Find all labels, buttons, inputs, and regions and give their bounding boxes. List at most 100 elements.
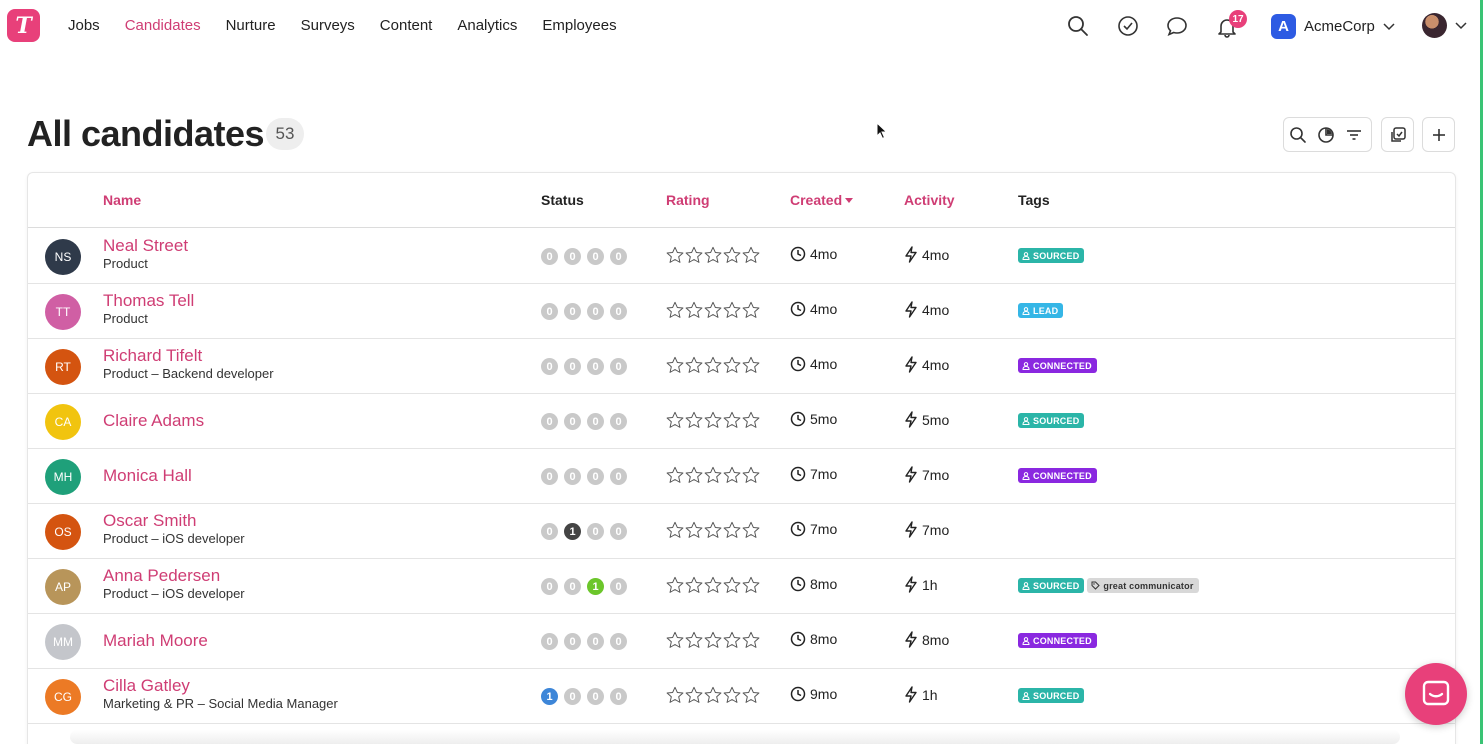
status-stage-dot[interactable]: 0 [587,248,604,265]
org-switcher[interactable]: A AcmeCorp [1271,14,1395,39]
table-row[interactable]: TT Thomas Tell Product 0 0 0 0 4mo 4mo LEAD [28,284,1455,339]
table-row[interactable]: RT Richard Tifelt Product – Backend develo… [28,339,1455,394]
nav-item-analytics[interactable]: Analytics [457,17,517,34]
star-icon[interactable] [685,686,703,704]
star-icon[interactable] [685,631,703,649]
candidate-avatar[interactable]: CA [45,404,81,440]
star-icon[interactable] [704,521,722,539]
candidate-name-link[interactable]: Claire Adams [103,411,204,431]
candidate-name-link[interactable]: Oscar Smith [103,511,197,531]
star-icon[interactable] [723,246,741,264]
table-row[interactable]: MH Monica Hall 0 0 0 0 7mo 7mo CONNECTED [28,449,1455,504]
candidate-name-link[interactable]: Thomas Tell [103,291,194,311]
search-icon[interactable] [1065,13,1091,39]
status-stage-dot[interactable]: 0 [564,633,581,650]
nav-item-content[interactable]: Content [380,17,433,34]
table-search-icon[interactable] [1284,118,1312,151]
star-icon[interactable] [685,356,703,374]
star-icon[interactable] [723,466,741,484]
status-stage-dot[interactable]: 0 [541,248,558,265]
status-stage-dot[interactable]: 0 [564,468,581,485]
app-logo[interactable]: T [7,9,40,42]
candidate-avatar[interactable]: TT [45,294,81,330]
status-stage-dot[interactable]: 0 [610,468,627,485]
candidate-name-link[interactable]: Cilla Gatley [103,676,190,696]
candidate-avatar[interactable]: OS [45,514,81,550]
star-icon[interactable] [685,576,703,594]
status-stage-dot[interactable]: 0 [541,413,558,430]
tag-sourced[interactable]: SOURCED [1018,688,1085,703]
status-stage-dot[interactable]: 0 [610,523,627,540]
star-icon[interactable] [704,631,722,649]
status-stage-dot[interactable]: 1 [564,523,581,540]
star-icon[interactable] [666,356,684,374]
rating-stars[interactable] [666,576,760,594]
tag-connected[interactable]: CONNECTED [1018,468,1097,483]
table-row[interactable]: OS Oscar Smith Product – iOS developer 0 1 0 0… [28,504,1455,559]
status-stage-dot[interactable]: 0 [610,633,627,650]
star-icon[interactable] [704,686,722,704]
nav-item-surveys[interactable]: Surveys [301,17,355,34]
star-icon[interactable] [723,631,741,649]
status-stage-dot[interactable]: 0 [564,303,581,320]
star-icon[interactable] [723,521,741,539]
status-stage-dot[interactable]: 0 [587,468,604,485]
candidate-avatar[interactable]: MH [45,459,81,495]
tag-lead[interactable]: LEAD [1018,303,1064,318]
status-stage-dot[interactable]: 0 [541,633,558,650]
column-header-rating[interactable]: Rating [666,192,710,208]
star-icon[interactable] [704,576,722,594]
star-icon[interactable] [666,521,684,539]
chat-launcher-button[interactable] [1405,663,1467,725]
star-icon[interactable] [704,301,722,319]
star-icon[interactable] [685,521,703,539]
candidate-avatar[interactable]: RT [45,349,81,385]
status-stage-dot[interactable]: 0 [541,303,558,320]
table-row[interactable]: NS Neal Street Product 0 0 0 0 4mo 4mo SOURCED [28,229,1455,284]
copy-icon[interactable] [1382,118,1413,151]
star-icon[interactable] [723,411,741,429]
tag-custom[interactable]: great communicator [1087,578,1199,593]
status-stage-dot[interactable]: 0 [587,688,604,705]
column-header-name[interactable]: Name [103,192,141,208]
star-icon[interactable] [742,411,760,429]
star-icon[interactable] [742,246,760,264]
add-candidate-button[interactable] [1423,118,1454,151]
star-icon[interactable] [685,411,703,429]
status-stage-dot[interactable]: 0 [541,578,558,595]
column-header-created[interactable]: Created [790,192,854,208]
messages-icon[interactable] [1164,13,1190,39]
candidate-name-link[interactable]: Anna Pedersen [103,566,220,586]
status-stage-dot[interactable]: 0 [610,303,627,320]
status-stage-dot[interactable]: 0 [610,358,627,375]
status-stage-dot[interactable]: 0 [541,358,558,375]
tag-connected[interactable]: CONNECTED [1018,358,1097,373]
star-icon[interactable] [704,466,722,484]
status-stage-dot[interactable]: 0 [564,358,581,375]
candidate-name-link[interactable]: Richard Tifelt [103,346,202,366]
table-row[interactable]: MM Mariah Moore 0 0 0 0 8mo 8mo CONNECTED [28,614,1455,669]
rating-stars[interactable] [666,356,760,374]
status-stage-dot[interactable]: 0 [587,523,604,540]
status-stage-dot[interactable]: 0 [541,523,558,540]
star-icon[interactable] [723,576,741,594]
candidate-name-link[interactable]: Monica Hall [103,466,192,486]
candidate-avatar[interactable]: MM [45,624,81,660]
star-icon[interactable] [685,301,703,319]
status-stage-dot[interactable]: 1 [587,578,604,595]
status-stage-dot[interactable]: 0 [564,688,581,705]
pie-chart-icon[interactable] [1312,118,1340,151]
star-icon[interactable] [742,631,760,649]
tag-connected[interactable]: CONNECTED [1018,633,1097,648]
nav-item-employees[interactable]: Employees [542,17,616,34]
filter-icon[interactable] [1340,118,1368,151]
star-icon[interactable] [742,356,760,374]
nav-item-candidates[interactable]: Candidates [125,17,201,34]
status-stage-dot[interactable]: 0 [587,633,604,650]
candidate-avatar[interactable]: NS [45,239,81,275]
tag-sourced[interactable]: SOURCED [1018,578,1085,593]
candidate-avatar[interactable]: AP [45,569,81,605]
rating-stars[interactable] [666,411,760,429]
status-stage-dot[interactable]: 0 [610,578,627,595]
star-icon[interactable] [704,356,722,374]
